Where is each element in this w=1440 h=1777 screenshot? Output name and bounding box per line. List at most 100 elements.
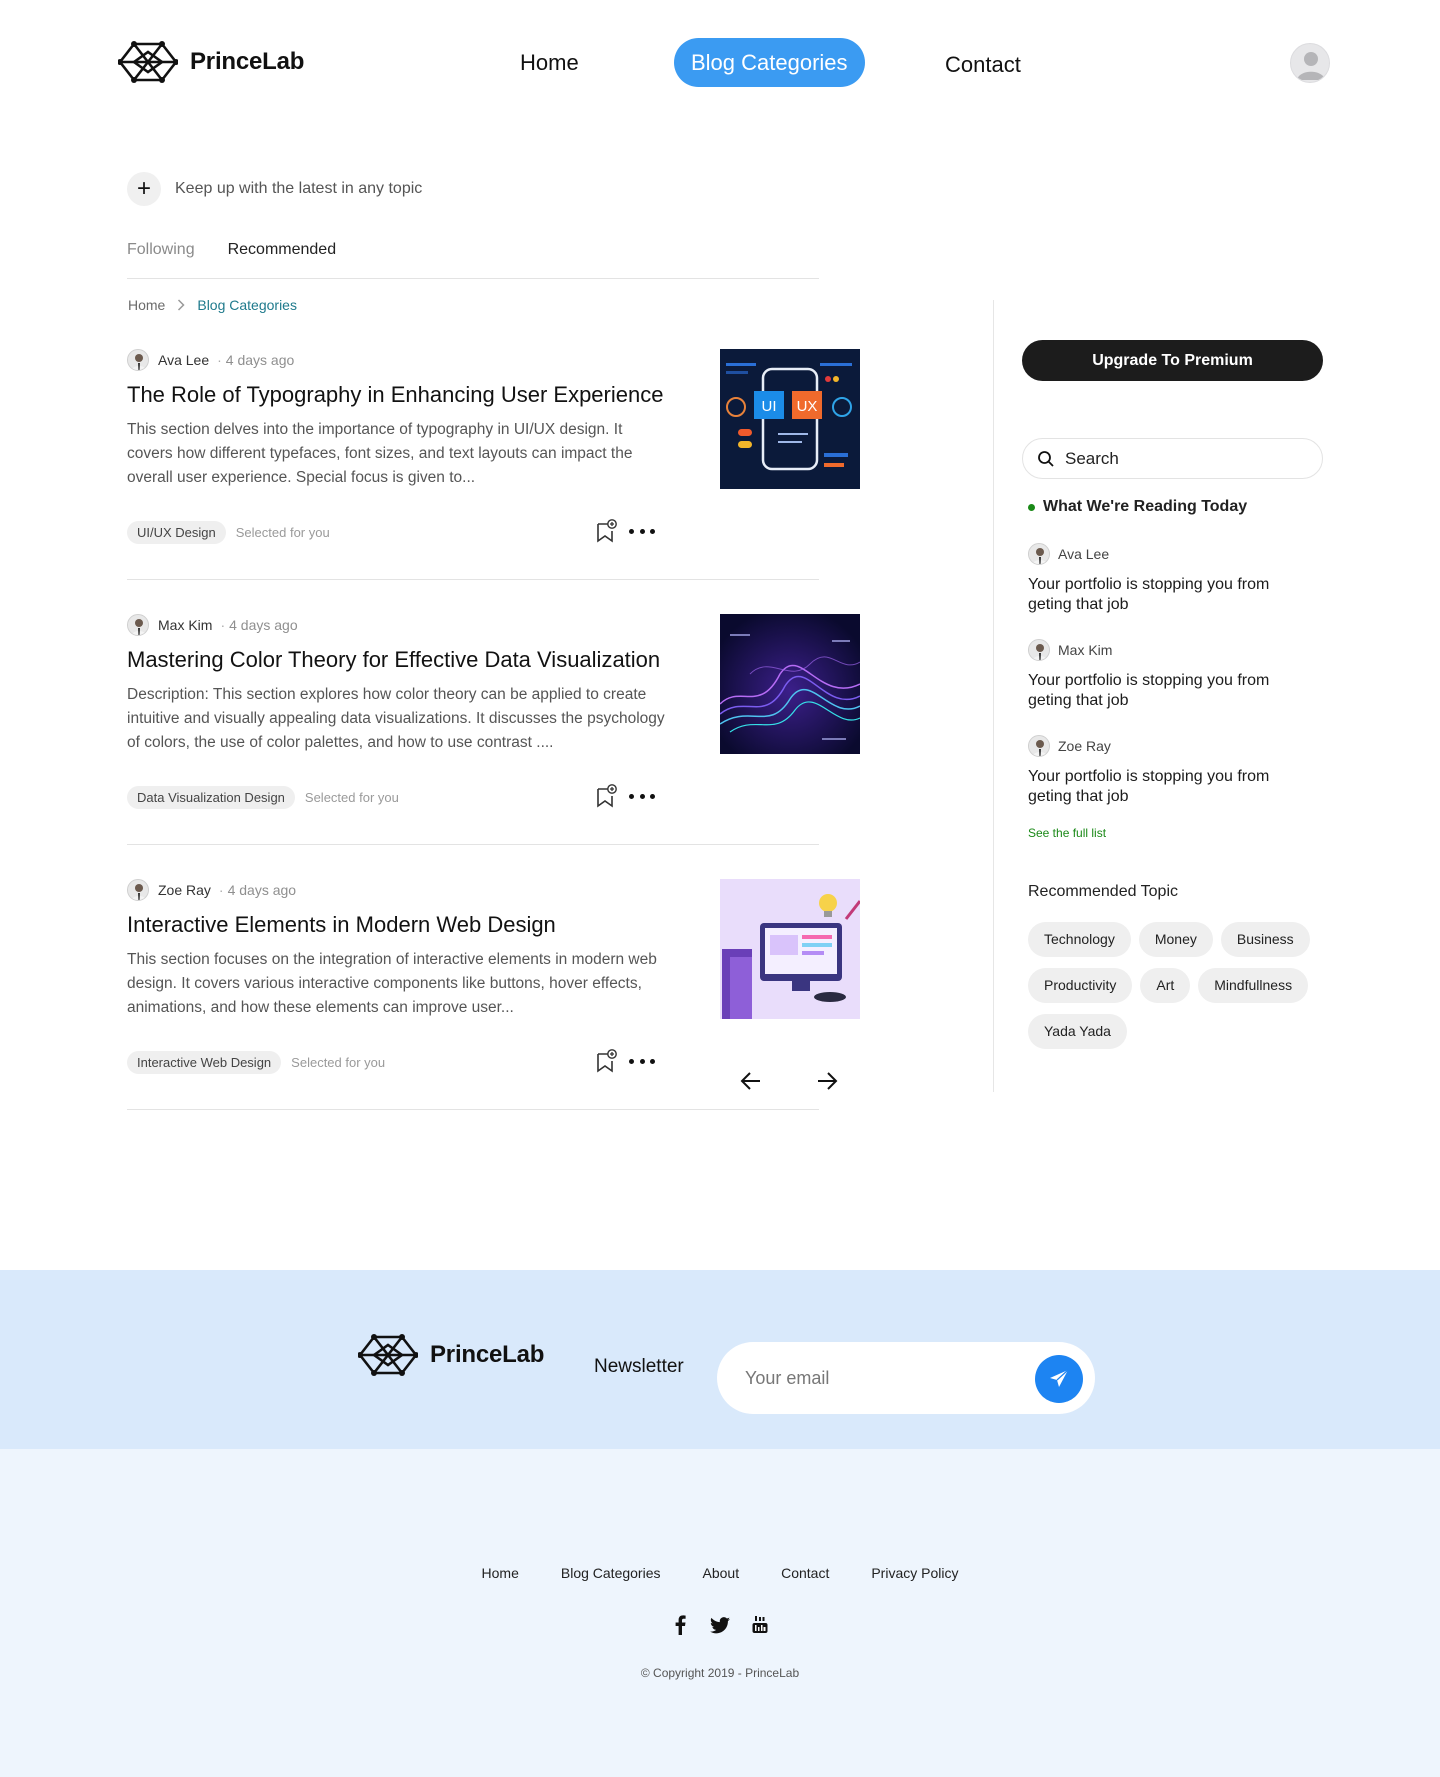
plus-icon: + xyxy=(136,175,151,202)
author-name[interactable]: Ava Lee xyxy=(158,352,209,368)
footer-link-home[interactable]: Home xyxy=(482,1565,519,1581)
more-options-icon[interactable] xyxy=(629,1049,655,1073)
author-avatar xyxy=(1028,735,1050,757)
article-title[interactable]: The Role of Typography in Enhancing User… xyxy=(127,382,687,408)
reading-today-label: What We're Reading Today xyxy=(1043,498,1248,515)
reading-item[interactable]: Max Kim Your portfolio is stopping you f… xyxy=(1028,639,1308,711)
footer-link-blog-categories[interactable]: Blog Categories xyxy=(561,1565,661,1581)
more-options-icon[interactable] xyxy=(629,519,655,543)
article-card[interactable]: Zoe Ray · 4 days ago Interactive Element… xyxy=(127,845,860,1110)
topic-chip-yada-yada[interactable]: Yada Yada xyxy=(1028,1014,1127,1049)
site-header: PrinceLab Home Blog Categories Contact xyxy=(0,0,1440,130)
user-icon xyxy=(1297,52,1325,80)
article-meta: Zoe Ray · 4 days ago xyxy=(127,879,296,901)
article-tags: UI/UX Design Selected for you xyxy=(127,521,330,544)
social-links xyxy=(0,1615,1440,1635)
topic-chip-business[interactable]: Business xyxy=(1220,922,1310,957)
post-date: 4 days ago xyxy=(227,882,297,898)
reading-author-name[interactable]: Max Kim xyxy=(1058,642,1112,658)
reading-author-name[interactable]: Ava Lee xyxy=(1058,546,1109,562)
author-avatar xyxy=(1028,639,1050,661)
status-dot-icon xyxy=(1028,503,1035,511)
newsletter-form xyxy=(717,1342,1095,1414)
article-thumbnail[interactable] xyxy=(720,879,860,1019)
author-avatar xyxy=(127,349,149,371)
topic-chips: Technology Money Business Productivity A… xyxy=(1028,922,1328,1049)
article-card[interactable]: Max Kim · 4 days ago Mastering Color The… xyxy=(127,580,860,845)
bookmark-add-icon[interactable] xyxy=(595,519,617,543)
reading-author: Ava Lee xyxy=(1028,543,1308,565)
article-description: Description: This section explores how c… xyxy=(127,686,665,751)
tab-following[interactable]: Following xyxy=(127,241,195,278)
arrow-left-icon[interactable] xyxy=(738,1068,764,1094)
nav-blog-categories[interactable]: Blog Categories xyxy=(674,38,865,87)
feed-tabs: Following Recommended xyxy=(127,241,819,279)
newsletter-email-input[interactable] xyxy=(745,1367,1015,1389)
follow-topics-text: Keep up with the latest in any topic xyxy=(175,180,423,197)
footer-link-about[interactable]: About xyxy=(703,1565,740,1581)
article-description: This section focuses on the integration … xyxy=(127,951,657,1016)
article-card[interactable]: Ava Lee · 4 days ago The Role of Typogra… xyxy=(127,315,860,580)
breadcrumb-current[interactable]: Blog Categories xyxy=(197,297,297,313)
twitter-icon[interactable] xyxy=(710,1615,730,1635)
bookmark-add-icon[interactable] xyxy=(595,784,617,808)
logo-icon xyxy=(358,1334,418,1376)
newsletter-label: Newsletter xyxy=(594,1356,684,1377)
topic-chip-money[interactable]: Money xyxy=(1138,922,1213,957)
arrow-right-icon[interactable] xyxy=(814,1068,840,1094)
category-tag[interactable]: Interactive Web Design xyxy=(127,1051,282,1074)
author-name[interactable]: Max Kim xyxy=(158,617,212,633)
article-title[interactable]: Mastering Color Theory for Effective Dat… xyxy=(127,647,687,673)
chevron-right-icon xyxy=(178,299,185,311)
reading-title[interactable]: Your portfolio is stopping you from geti… xyxy=(1028,671,1308,711)
topic-chip-technology[interactable]: Technology xyxy=(1028,922,1131,957)
topic-chip-productivity[interactable]: Productivity xyxy=(1028,968,1133,1003)
youtube-icon[interactable] xyxy=(750,1615,770,1635)
author-name[interactable]: Zoe Ray xyxy=(158,882,211,898)
footer-link-privacy-policy[interactable]: Privacy Policy xyxy=(871,1565,958,1581)
meta-separator: · xyxy=(220,617,226,633)
meta-separator: · xyxy=(217,352,222,368)
category-tag[interactable]: UI/UX Design xyxy=(127,521,226,544)
reading-item[interactable]: Ava Lee Your portfolio is stopping you f… xyxy=(1028,543,1308,615)
category-tag[interactable]: Data Visualization Design xyxy=(127,786,295,809)
post-date: 4 days ago xyxy=(229,617,298,633)
brand-logo[interactable]: PrinceLab xyxy=(118,40,304,84)
footer-nav: Home Blog Categories About Contact Priva… xyxy=(0,1565,1440,1581)
reading-author-name[interactable]: Zoe Ray xyxy=(1058,738,1111,754)
footer-brand-logo[interactable]: PrinceLab xyxy=(358,1333,544,1377)
article-meta: Max Kim · 4 days ago xyxy=(127,614,298,636)
recommended-topic-heading: Recommended Topic xyxy=(1028,883,1179,900)
reading-author: Max Kim xyxy=(1028,639,1308,661)
reading-title[interactable]: Your portfolio is stopping you from geti… xyxy=(1028,575,1308,615)
post-date: 4 days ago xyxy=(225,352,295,368)
footer-brand-name: PrinceLab xyxy=(430,1341,545,1368)
nav-home[interactable]: Home xyxy=(520,38,579,87)
breadcrumb-home[interactable]: Home xyxy=(128,297,165,313)
search-input[interactable] xyxy=(1065,448,1295,469)
facebook-icon[interactable] xyxy=(670,1615,690,1635)
article-thumbnail[interactable]: UI UX xyxy=(720,349,860,489)
newsletter-send-button[interactable] xyxy=(1035,1355,1083,1403)
more-options-icon[interactable] xyxy=(629,784,655,808)
author-avatar xyxy=(127,879,149,901)
reading-author: Zoe Ray xyxy=(1028,735,1308,757)
upgrade-premium-button[interactable]: Upgrade To Premium xyxy=(1022,340,1323,381)
article-thumbnail[interactable] xyxy=(720,614,860,754)
topic-chip-art[interactable]: Art xyxy=(1140,968,1191,1003)
topic-chip-mindfullness[interactable]: Mindfullness xyxy=(1198,968,1309,1003)
article-title[interactable]: Interactive Elements in Modern Web Desig… xyxy=(127,912,687,938)
search-icon xyxy=(1038,450,1054,467)
logo-icon xyxy=(118,41,178,83)
send-icon xyxy=(1050,1369,1069,1387)
reading-item[interactable]: Zoe Ray Your portfolio is stopping you f… xyxy=(1028,735,1308,807)
tab-recommended[interactable]: Recommended xyxy=(228,241,337,278)
sidebar-search[interactable] xyxy=(1022,438,1323,479)
see-full-list-link[interactable]: See the full list xyxy=(1028,826,1106,840)
nav-contact[interactable]: Contact xyxy=(945,40,1021,89)
user-avatar[interactable] xyxy=(1290,43,1330,83)
footer-link-contact[interactable]: Contact xyxy=(781,1565,829,1581)
reading-title[interactable]: Your portfolio is stopping you from geti… xyxy=(1028,767,1308,807)
bookmark-add-icon[interactable] xyxy=(595,1049,617,1073)
add-topic-button[interactable]: + xyxy=(127,172,161,206)
